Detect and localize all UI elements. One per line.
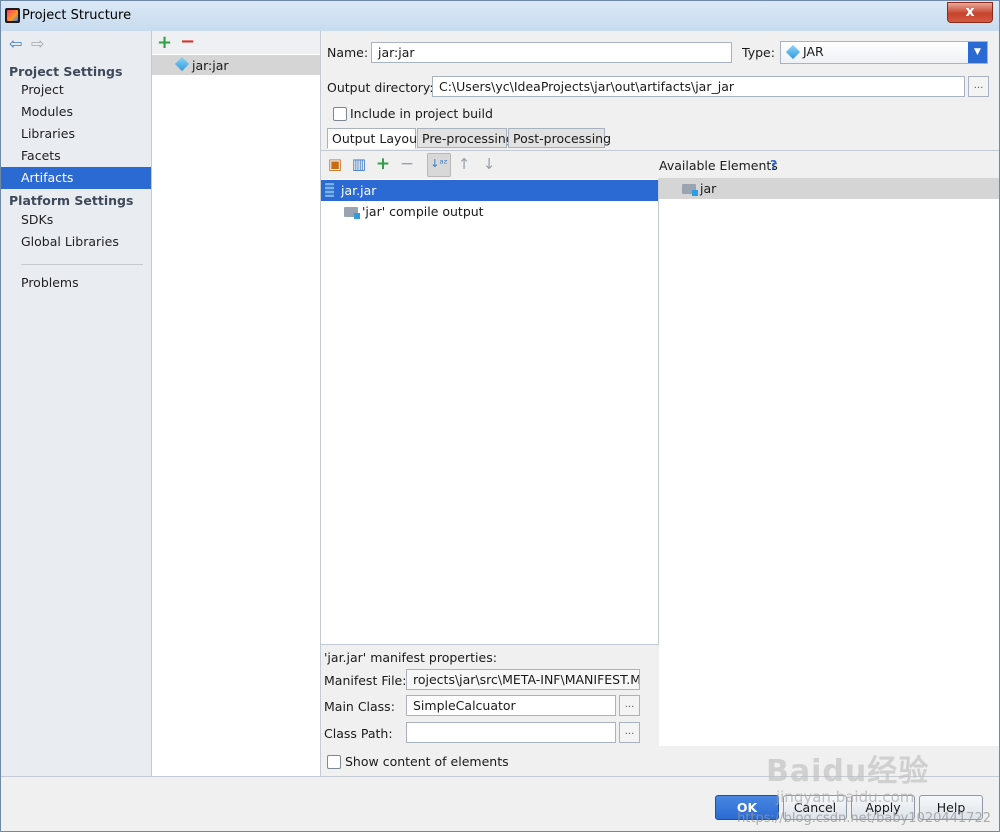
manifest-file-label: Manifest File: — [324, 673, 407, 688]
forward-arrow-icon[interactable]: ⇨ — [31, 36, 47, 52]
history-arrows: ⇦ ⇨ — [9, 36, 53, 54]
show-content-options-icon[interactable]: ... — [497, 754, 506, 764]
create-archive-icon[interactable]: ▥ — [351, 156, 367, 172]
chevron-down-icon[interactable]: ▼ — [968, 42, 987, 63]
project-structure-window: Project Structure x ⇦ ⇨ Project Settings … — [0, 0, 1000, 832]
class-path-browse-button[interactable]: ... — [619, 722, 640, 743]
window-title: Project Structure — [22, 8, 132, 23]
create-directory-icon[interactable]: ▣ — [327, 156, 343, 172]
show-content-checkbox[interactable] — [327, 755, 341, 769]
close-window-button[interactable]: x — [947, 2, 993, 23]
baidu-watermark-url: jingyan.baidu.com — [776, 788, 915, 806]
sort-elements-icon[interactable]: ↓ᵃᶻ — [427, 153, 451, 177]
tree-row-jar-archive[interactable]: jar.jar — [321, 180, 658, 201]
jar-archive-icon — [325, 183, 334, 197]
module-output-folder-icon — [344, 207, 360, 219]
csdn-watermark: https://blog.csdn.net/baby1020441722 — [737, 811, 991, 826]
output-layout-toolbar: ▣ ▥ + − ↓ᵃᶻ ↑ ↓ — [321, 151, 658, 179]
type-select[interactable]: JAR ▼ — [780, 41, 988, 64]
tab-output-layout[interactable]: Output Layout — [327, 128, 422, 149]
show-content-label: Show content of elements — [345, 754, 509, 769]
output-directory-label: Output directory: — [327, 80, 434, 95]
remove-artifact-icon[interactable]: − — [180, 31, 195, 52]
title-bar[interactable]: Project Structure x — [1, 1, 999, 32]
nav-item-problems[interactable]: Problems — [1, 272, 151, 294]
include-in-build-checkbox[interactable] — [333, 107, 347, 121]
nav-divider — [21, 264, 143, 265]
output-directory-input[interactable]: C:\Users\yc\IdeaProjects\jar\out\artifac… — [432, 76, 965, 97]
class-path-input[interactable] — [406, 722, 616, 743]
move-down-icon[interactable]: ↓ — [481, 156, 497, 172]
manifest-properties-panel: 'jar.jar' manifest properties: Manifest … — [321, 644, 658, 777]
remove-element-icon[interactable]: − — [399, 156, 415, 173]
main-class-input[interactable]: SimpleCalcuator — [406, 695, 616, 716]
main-class-label: Main Class: — [324, 699, 395, 714]
tab-post-processing[interactable]: Post-processing — [508, 128, 611, 148]
name-input[interactable]: jar:jar — [371, 42, 732, 63]
back-arrow-icon[interactable]: ⇦ — [9, 36, 25, 52]
tree-row-compile-output[interactable]: 'jar' compile output — [321, 201, 658, 222]
artifact-editor: Name: jar:jar Type: JAR ▼ Output directo… — [321, 31, 999, 777]
baidu-watermark: Baidu经验 — [766, 754, 930, 789]
intellij-app-icon — [5, 8, 20, 23]
nav-item-facets[interactable]: Facets — [1, 145, 151, 167]
move-up-icon[interactable]: ↑ — [456, 156, 472, 172]
tab-pre-processing[interactable]: Pre-processing — [417, 128, 514, 148]
tree-row-label: 'jar' compile output — [362, 204, 484, 219]
artifact-list-item[interactable]: jar:jar — [152, 55, 320, 75]
add-artifact-icon[interactable]: + — [157, 32, 172, 53]
manifest-file-input[interactable]: rojects\jar\src\META-INF\MANIFEST.MF — [406, 669, 640, 690]
available-elements-heading: Available Elements — [659, 158, 778, 173]
settings-navigation: ⇦ ⇨ Project Settings Project Modules Libr… — [1, 31, 152, 776]
available-elements-header: Available Elements ? — [658, 150, 999, 179]
class-path-label: Class Path: — [324, 726, 393, 741]
name-label: Name: — [327, 45, 369, 60]
nav-item-artifacts[interactable]: Artifacts — [1, 167, 151, 189]
nav-item-project[interactable]: Project — [1, 79, 151, 101]
type-label: Type: — [742, 45, 775, 60]
artifact-list: + − jar:jar — [152, 31, 321, 776]
main-class-browse-button[interactable]: ... — [619, 695, 640, 716]
nav-item-sdks[interactable]: SDKs — [1, 209, 151, 231]
add-copy-icon[interactable]: + — [375, 156, 391, 173]
module-folder-icon — [682, 184, 698, 196]
include-in-build-label: Include in project build — [350, 106, 493, 121]
artifact-list-toolbar: + − — [152, 31, 320, 54]
artifact-list-item-label: jar:jar — [192, 58, 229, 73]
nav-item-global-libraries[interactable]: Global Libraries — [1, 231, 151, 253]
available-element-row[interactable]: jar — [659, 178, 999, 199]
jar-artifact-icon — [174, 56, 190, 72]
available-elements-tree: jar — [659, 178, 999, 746]
jar-type-icon — [785, 44, 801, 60]
project-settings-heading: Project Settings — [9, 64, 123, 79]
tree-row-label: jar.jar — [341, 183, 377, 198]
help-icon[interactable]: ? — [770, 157, 777, 172]
output-layout-panel: ▣ ▥ + − ↓ᵃᶻ ↑ ↓ jar.jar 'jar' compile ou… — [321, 150, 659, 645]
output-directory-browse-button[interactable]: ... — [968, 76, 989, 97]
platform-settings-heading: Platform Settings — [9, 193, 134, 208]
available-element-label: jar — [700, 181, 717, 196]
manifest-properties-heading: 'jar.jar' manifest properties: — [324, 650, 497, 665]
type-select-value: JAR — [803, 44, 824, 59]
nav-item-modules[interactable]: Modules — [1, 101, 151, 123]
nav-item-libraries[interactable]: Libraries — [1, 123, 151, 145]
